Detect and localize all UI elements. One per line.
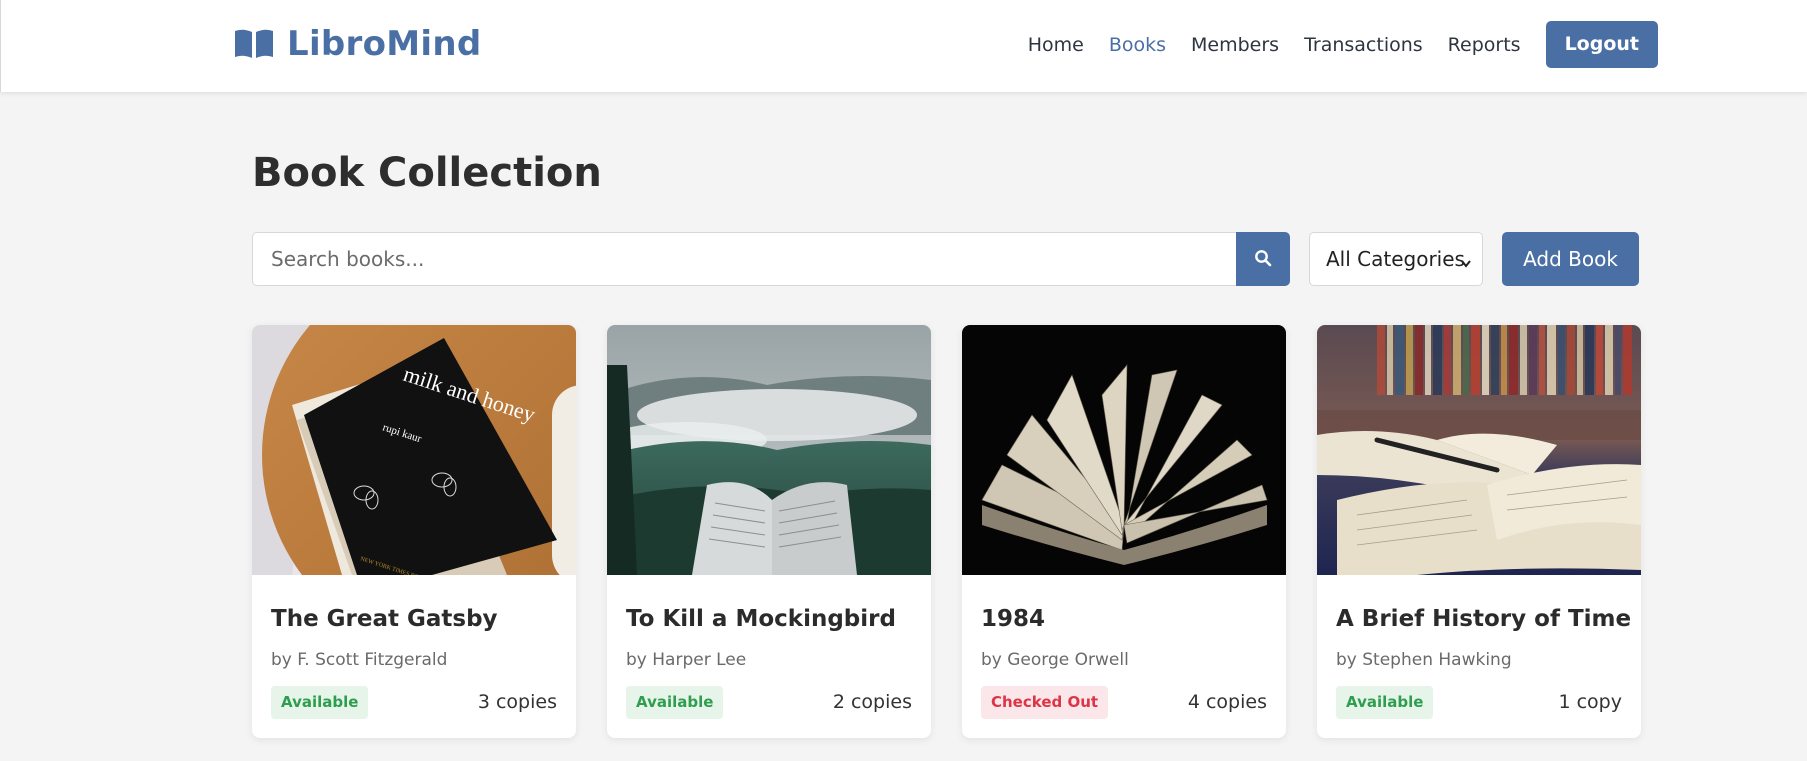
search-button[interactable] <box>1236 232 1290 286</box>
book-author: by George Orwell <box>981 650 1129 670</box>
search-input[interactable] <box>252 232 1237 286</box>
book-author: by Harper Lee <box>626 650 747 670</box>
category-select[interactable]: All Categories <box>1309 232 1483 286</box>
status-badge: Checked Out <box>981 686 1109 719</box>
status-badge: Available <box>1336 686 1434 719</box>
book-copies: 4 copies <box>1187 691 1267 713</box>
status-badge: Available <box>626 686 724 719</box>
add-book-button[interactable]: Add Book <box>1502 232 1639 286</box>
book-title: 1984 <box>981 606 1046 632</box>
book-card[interactable]: 1984 by George Orwell Checked Out 4 copi… <box>962 325 1286 738</box>
book-title: To Kill a Mockingbird <box>626 606 896 632</box>
nav-reports[interactable]: Reports <box>1448 22 1521 68</box>
chevron-down-icon <box>1460 252 1472 276</box>
book-title: A Brief History of Time <box>1336 606 1632 632</box>
book-grid: milk and honey rupi kaur NEW YORK TIMES … <box>252 325 1641 738</box>
book-card[interactable]: To Kill a Mockingbird by Harper Lee Avai… <box>607 325 931 738</box>
category-select-value: All Categories <box>1326 247 1465 271</box>
open-book-icon <box>233 28 275 60</box>
nav-home[interactable]: Home <box>1028 22 1084 68</box>
nav-transactions[interactable]: Transactions <box>1304 22 1423 68</box>
toolbar: All Categories Add Book <box>252 232 1639 286</box>
main-nav: Home Books Members Transactions Reports … <box>1003 21 1658 68</box>
top-navbar: LibroMind Home Books Members Transaction… <box>0 0 1807 92</box>
book-title: The Great Gatsby <box>271 606 498 632</box>
book-cover-image <box>1317 325 1641 575</box>
book-cover-image <box>962 325 1286 575</box>
book-card[interactable]: milk and honey rupi kaur NEW YORK TIMES … <box>252 325 576 738</box>
book-author: by F. Scott Fitzgerald <box>271 650 448 670</box>
book-copies: 1 copy <box>1558 691 1622 713</box>
book-author: by Stephen Hawking <box>1336 650 1512 670</box>
book-cover-image: milk and honey rupi kaur NEW YORK TIMES … <box>252 325 576 575</box>
search-icon <box>1254 249 1272 270</box>
page-title: Book Collection <box>252 150 602 196</box>
nav-books[interactable]: Books <box>1109 22 1166 68</box>
status-badge: Available <box>271 686 369 719</box>
logout-button[interactable]: Logout <box>1545 21 1658 68</box>
book-cover-image <box>607 325 931 575</box>
app-logo[interactable]: LibroMind <box>233 24 482 64</box>
book-card[interactable]: A Brief History of Time by Stephen Hawki… <box>1317 325 1641 738</box>
nav-members[interactable]: Members <box>1191 22 1279 68</box>
book-copies: 2 copies <box>832 691 912 713</box>
app-name: LibroMind <box>287 24 482 64</box>
book-copies: 3 copies <box>477 691 557 713</box>
